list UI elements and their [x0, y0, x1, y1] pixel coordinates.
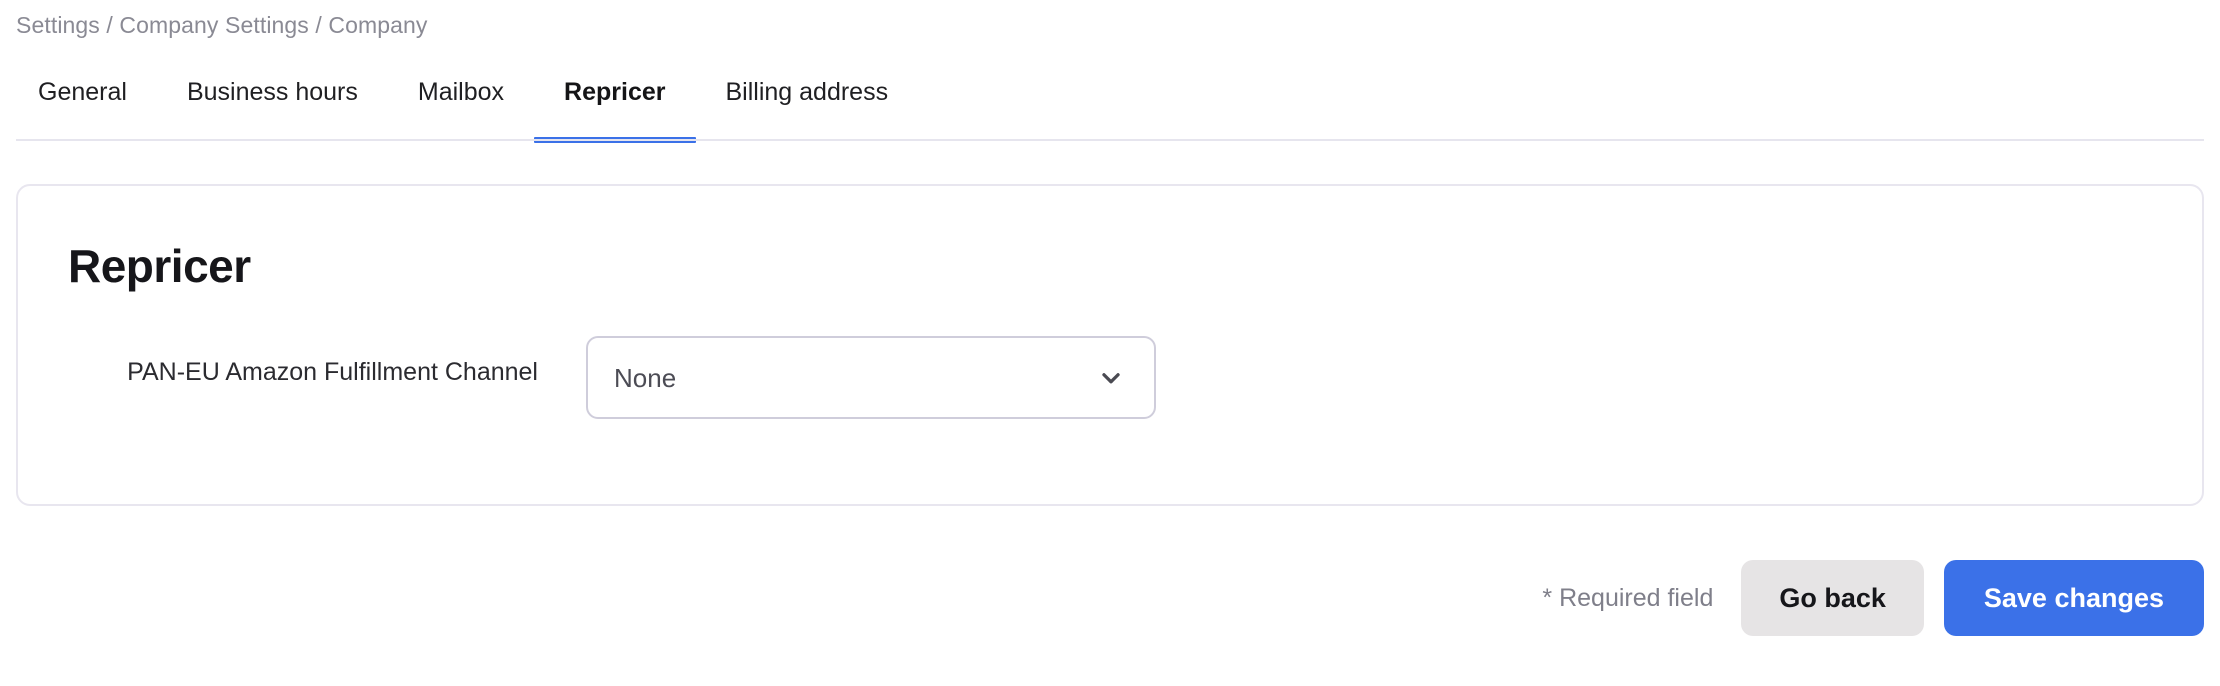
- tab-repricer-label: Repricer: [564, 78, 666, 106]
- breadcrumb[interactable]: Settings / Company Settings / Company: [16, 10, 428, 40]
- tab-business-hours-label: Business hours: [186, 78, 358, 106]
- tab-billing-address[interactable]: Billing address: [696, 62, 919, 122]
- tab-general-label: General: [38, 78, 127, 106]
- tab-billing-address-label: Billing address: [725, 78, 889, 106]
- chevron-down-icon: [1098, 365, 1124, 391]
- save-changes-button[interactable]: Save changes: [1943, 560, 2204, 636]
- required-field-note: * Required field: [1542, 583, 1714, 612]
- pan-eu-fulfillment-channel-row: PAN-EU Amazon Fulfillment Channel None: [18, 336, 2202, 419]
- pan-eu-fulfillment-channel-control: None: [586, 336, 1156, 419]
- go-back-button[interactable]: Go back: [1741, 560, 1924, 636]
- tab-general[interactable]: General: [16, 62, 157, 122]
- tab-mailbox-label: Mailbox: [417, 78, 505, 106]
- tab-list: General Business hours Mailbox Repricer …: [16, 62, 2204, 143]
- pan-eu-fulfillment-channel-select[interactable]: None: [586, 336, 1156, 419]
- footer-actions: * Required field Go back Save changes: [1542, 560, 2204, 636]
- tab-bar: General Business hours Mailbox Repricer …: [16, 62, 2204, 144]
- repricer-card: Repricer PAN-EU Amazon Fulfillment Chann…: [16, 184, 2204, 506]
- tab-repricer[interactable]: Repricer: [534, 62, 696, 143]
- tab-mailbox[interactable]: Mailbox: [388, 62, 534, 122]
- tab-divider: [16, 139, 2204, 141]
- card-title: Repricer: [68, 240, 251, 292]
- pan-eu-fulfillment-channel-label: PAN-EU Amazon Fulfillment Channel: [127, 358, 538, 386]
- settings-company-repricer-page: Settings / Company Settings / Company Ge…: [0, 0, 2220, 686]
- select-selected-value: None: [614, 362, 677, 393]
- tab-business-hours[interactable]: Business hours: [157, 62, 388, 122]
